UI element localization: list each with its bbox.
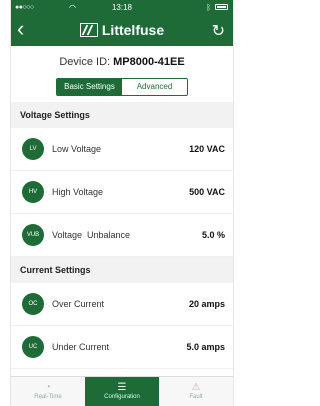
- bluetooth-icon: ᛒ: [206, 3, 211, 12]
- refresh-icon[interactable]: ↻: [212, 21, 225, 41]
- setting-value: 20 amps: [188, 299, 225, 309]
- tab-real-time[interactable]: ◔ Real-Time: [11, 377, 85, 406]
- setting-badge: LV: [22, 138, 44, 160]
- device-id-prefix: Device ID:: [59, 56, 114, 68]
- setting-label: Under Current: [52, 342, 110, 352]
- setting-badge: VUB: [22, 224, 44, 246]
- setting-label: Voltage Unbalance: [52, 230, 131, 240]
- littelfuse-logo-icon: [79, 23, 98, 37]
- gauge-icon: ◔: [44, 382, 52, 393]
- section-header: Voltage Settings: [11, 102, 233, 128]
- setting-label: High Voltage: [52, 187, 104, 197]
- setting-label: Over Current: [52, 299, 105, 309]
- setting-value: 120 VAC: [189, 144, 225, 154]
- tab-label: Fault: [189, 394, 203, 400]
- tab-basic-settings[interactable]: Basic Settings: [57, 79, 122, 95]
- brand-logo: Littelfuse: [11, 22, 233, 38]
- battery-icon: [215, 4, 228, 10]
- setting-row-high-voltage[interactable]: HV High Voltage 500 VAC: [11, 171, 233, 214]
- setting-badge: UC: [22, 336, 44, 358]
- setting-badge: OC: [22, 293, 44, 315]
- status-bar: ●●○○○ ◠ 13:18 ᛒ: [11, 0, 233, 16]
- device-id-value: MP8000-41EE: [113, 56, 185, 68]
- setting-badge: HV: [22, 181, 44, 203]
- tab-fault[interactable]: ⚠ Fault: [159, 377, 233, 406]
- setting-row-low-voltage[interactable]: LV Low Voltage 120 VAC: [11, 128, 233, 171]
- nav-bar: ‹ Littelfuse ↻: [11, 16, 233, 46]
- app-screen: ●●○○○ ◠ 13:18 ᛒ ‹ Littelfuse ↻ Device ID…: [10, 0, 234, 406]
- fault-icon: ⚠: [191, 382, 201, 393]
- setting-value: 5.0 amps: [186, 342, 225, 352]
- brand-name: Littelfuse: [101, 22, 165, 38]
- device-id: Device ID: MP8000-41EE: [11, 46, 233, 76]
- voltage-settings-section: Voltage Settings LV Low Voltage 120 VAC …: [11, 102, 233, 257]
- tab-configuration[interactable]: ☰ Configuration: [85, 377, 159, 406]
- setting-label: Low Voltage: [52, 144, 102, 154]
- setting-row-voltage-unbalance[interactable]: VUB Voltage Unbalance 5.0 %: [11, 214, 233, 257]
- bottom-tab-bar: ◔ Real-Time ☰ Configuration ⚠ Fault: [11, 376, 233, 406]
- app-header: ●●○○○ ◠ 13:18 ᛒ ‹ Littelfuse ↻: [11, 0, 233, 46]
- section-header: Current Settings: [11, 257, 233, 283]
- setting-value: 500 VAC: [189, 187, 225, 197]
- tab-advanced-settings[interactable]: Advanced Settings: [122, 79, 187, 95]
- current-settings-section: Current Settings OC Over Current 20 amps…: [11, 257, 233, 369]
- sliders-icon: ☰: [117, 382, 127, 393]
- status-time: 13:18: [111, 3, 133, 12]
- setting-value: 5.0 %: [201, 230, 225, 240]
- tab-label: Configuration: [104, 394, 140, 400]
- setting-row-over-current[interactable]: OC Over Current 20 amps: [11, 283, 233, 326]
- tab-label: Real-Time: [34, 394, 62, 400]
- setting-row-under-current[interactable]: UC Under Current 5.0 amps: [11, 326, 233, 369]
- settings-segmented-control: Basic Settings Advanced Settings: [56, 78, 188, 96]
